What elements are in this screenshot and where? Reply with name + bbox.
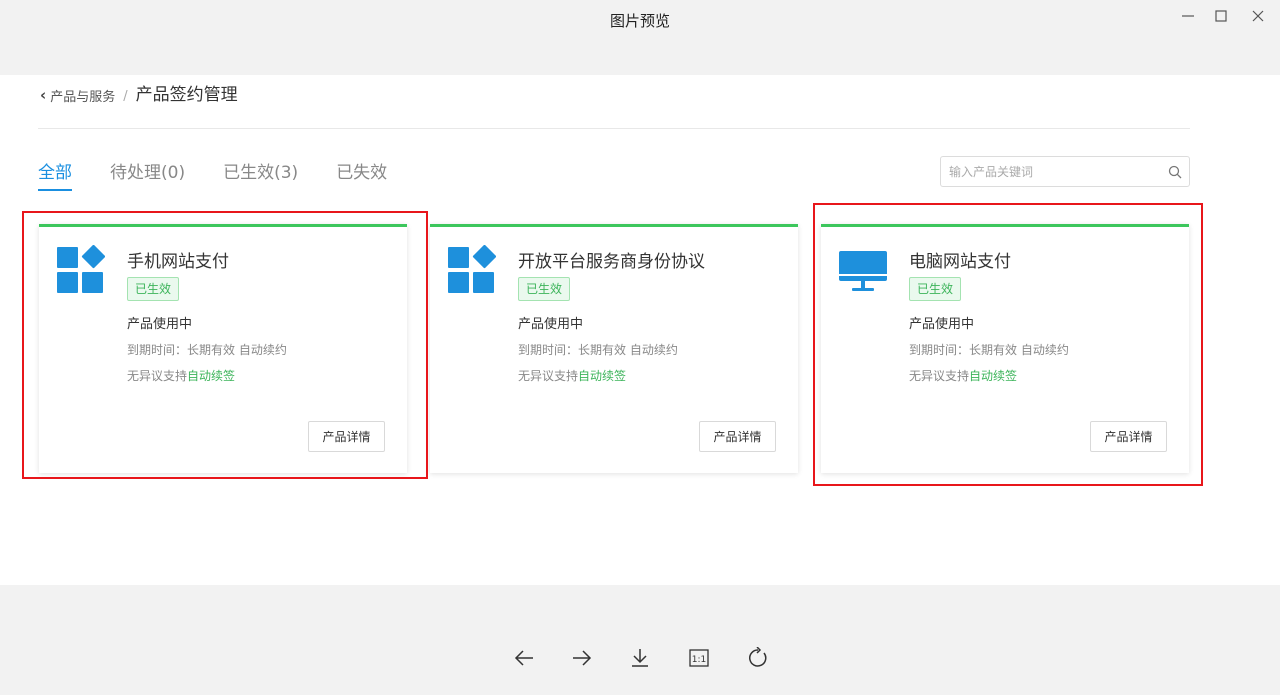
tab-active[interactable]: 已生效(3) [223, 158, 298, 189]
tab-bar: 全部 待处理(0) 已生效(3) 已失效 [38, 158, 425, 191]
search-input[interactable] [941, 157, 1161, 186]
status-badge: 已生效 [909, 277, 962, 301]
renew-link[interactable]: 自动续签 [969, 369, 1017, 383]
viewer-toolbar: 1:1 [500, 640, 780, 676]
arrow-right-icon [573, 650, 592, 666]
maximize-icon [1215, 10, 1227, 22]
search-icon[interactable] [1161, 165, 1189, 179]
renew-prefix: 无异议支持 [518, 369, 579, 383]
tab-expired[interactable]: 已失效 [336, 158, 387, 189]
monitor-icon [839, 251, 887, 291]
rotate-button[interactable] [740, 640, 776, 676]
chevron-left-icon: ‹ [40, 86, 47, 104]
download-icon [632, 649, 648, 667]
actual-size-icon: 1:1 [689, 649, 709, 667]
renew-link[interactable]: 自动续签 [578, 369, 626, 383]
search-box [940, 156, 1190, 187]
card-title: 手机网站支付 [127, 252, 229, 272]
arrow-left-icon [514, 650, 533, 666]
renew-link[interactable]: 自动续签 [187, 369, 235, 383]
card-title: 电脑网站支付 [909, 252, 1011, 272]
svg-text:1:1: 1:1 [692, 655, 706, 665]
tab-all[interactable]: 全部 [38, 158, 72, 191]
expire-text: 到期时间：长期有效 自动续约 [518, 343, 678, 357]
breadcrumb: ‹ 产品与服务 / 产品签约管理 [40, 80, 238, 105]
page-title: 产品签约管理 [135, 85, 238, 105]
renew-text: 无异议支持自动续签 [909, 367, 1017, 384]
window-title: 图片预览 [609, 12, 670, 30]
app-grid-icon [448, 245, 496, 293]
breadcrumb-separator: / [123, 89, 128, 104]
maximize-button[interactable] [1209, 6, 1233, 26]
breadcrumb-back-link[interactable]: ‹ 产品与服务 [40, 86, 115, 105]
product-detail-button[interactable]: 产品详情 [308, 421, 385, 452]
previous-button[interactable] [506, 640, 542, 676]
product-card: 电脑网站支付 已生效 产品使用中 到期时间：长期有效 自动续约 无异议支持自动续… [821, 224, 1189, 473]
product-detail-button[interactable]: 产品详情 [1090, 421, 1167, 452]
renew-text: 无异议支持自动续签 [127, 367, 235, 384]
card-title: 开放平台服务商身份协议 [518, 252, 705, 272]
close-icon [1252, 10, 1264, 22]
expire-text: 到期时间：长期有效 自动续约 [127, 343, 287, 357]
renew-prefix: 无异议支持 [127, 369, 188, 383]
breadcrumb-parent: 产品与服务 [50, 89, 116, 105]
status-badge: 已生效 [127, 277, 180, 301]
app-grid-icon [57, 245, 105, 293]
product-card: 手机网站支付 已生效 产品使用中 到期时间：长期有效 自动续约 无异议支持自动续… [39, 224, 407, 473]
status-badge: 已生效 [518, 277, 571, 301]
close-button[interactable] [1246, 6, 1270, 26]
rotate-icon [749, 647, 767, 667]
usage-text: 产品使用中 [127, 317, 193, 332]
usage-text: 产品使用中 [909, 317, 975, 332]
next-button[interactable] [564, 640, 600, 676]
minimize-icon [1182, 15, 1194, 17]
title-bar: 图片预览 [0, 0, 1280, 40]
product-card: 开放平台服务商身份协议 已生效 产品使用中 到期时间：长期有效 自动续约 无异议… [430, 224, 798, 473]
expire-text: 到期时间：长期有效 自动续约 [909, 343, 1069, 357]
usage-text: 产品使用中 [518, 317, 584, 332]
renew-text: 无异议支持自动续签 [518, 367, 626, 384]
divider [38, 128, 1190, 129]
actual-size-button[interactable]: 1:1 [681, 640, 717, 676]
minimize-button[interactable] [1176, 6, 1200, 26]
download-button[interactable] [622, 640, 658, 676]
product-detail-button[interactable]: 产品详情 [699, 421, 776, 452]
renew-prefix: 无异议支持 [909, 369, 970, 383]
tab-pending[interactable]: 待处理(0) [110, 158, 185, 189]
